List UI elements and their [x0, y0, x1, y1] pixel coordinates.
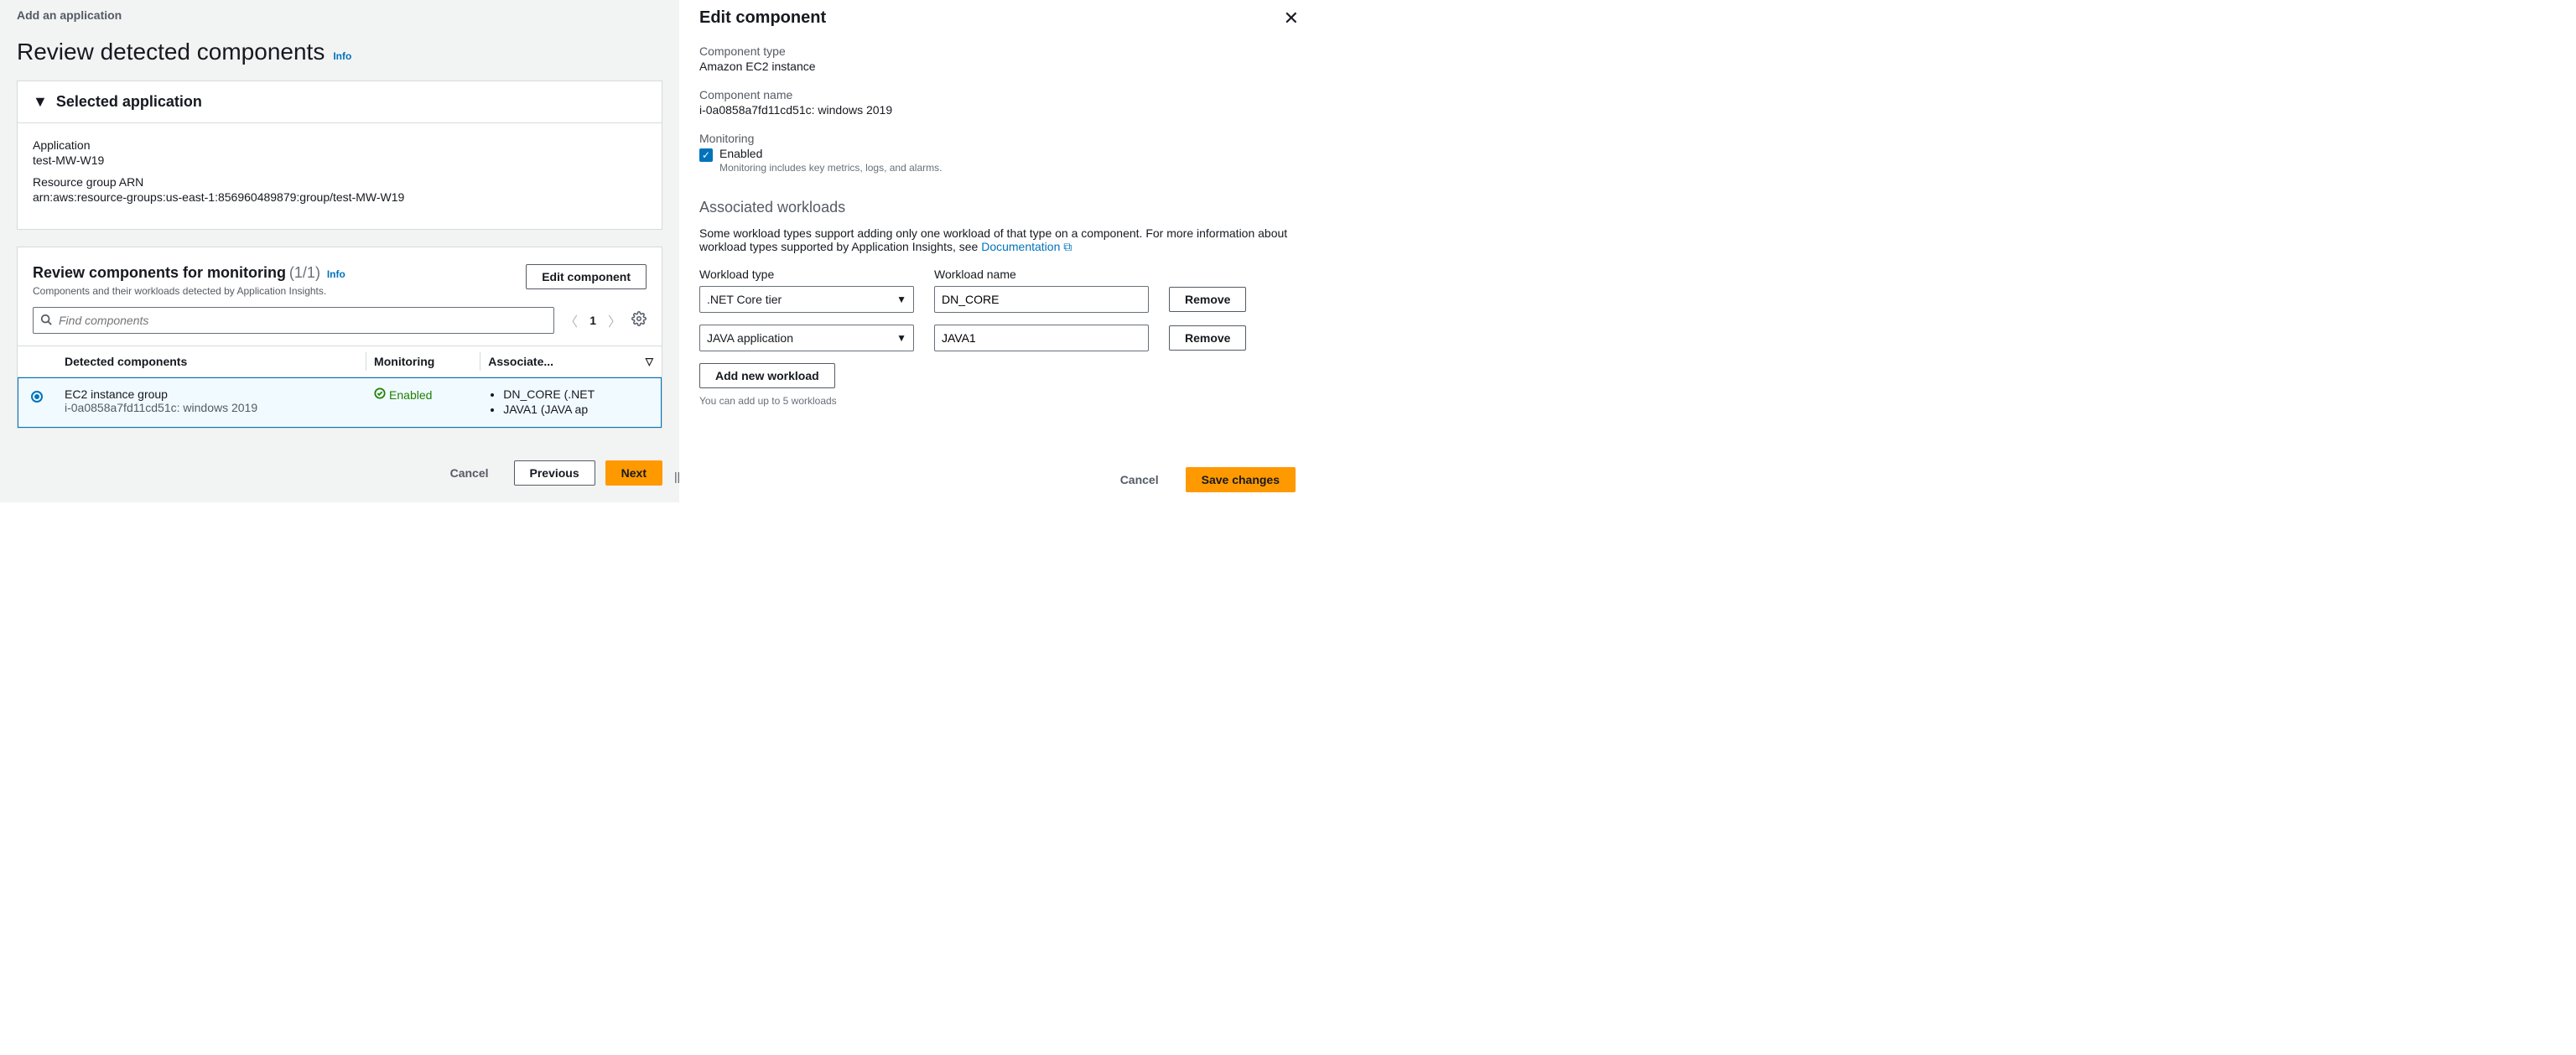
component-type-label: Component type	[699, 44, 1312, 58]
arn-label: Resource group ARN	[33, 175, 647, 189]
workload-name-header: Workload name	[934, 268, 1149, 281]
associated-column-header[interactable]: Associate... ▽	[480, 346, 662, 377]
status-check-icon	[374, 387, 386, 402]
components-table: Detected components Monitoring Associate…	[18, 346, 662, 428]
workload-type-select[interactable]: JAVA application ▼	[699, 325, 914, 351]
search-input[interactable]	[57, 313, 547, 328]
monitoring-enabled-label: Enabled	[719, 147, 942, 160]
previous-button[interactable]: Previous	[514, 460, 595, 486]
app-root: Add an application Review detected compo…	[0, 0, 1312, 502]
prev-page-icon[interactable]: 〈	[564, 310, 578, 330]
sort-icon[interactable]: ▽	[646, 356, 653, 367]
review-count: (1/1)	[289, 264, 320, 281]
page-title: Review detected components	[17, 39, 325, 65]
search-box[interactable]	[33, 307, 554, 334]
monitoring-cell: Enabled	[366, 377, 480, 429]
detected-cell: EC2 instance group i-0a0858a7fd11cd51c: …	[56, 377, 366, 429]
external-link-icon: ⧉	[1063, 240, 1072, 253]
table-row[interactable]: EC2 instance group i-0a0858a7fd11cd51c: …	[18, 377, 662, 429]
review-info-link[interactable]: Info	[327, 268, 345, 280]
side-panel: | | ✕ Edit component Component type Amaz…	[679, 0, 1312, 502]
review-components-card: Review components for monitoring (1/1) I…	[17, 247, 662, 429]
monitoring-column-header[interactable]: Monitoring	[366, 346, 480, 377]
main-content: Add an application Review detected compo…	[0, 0, 679, 502]
component-name-block: Component name i-0a0858a7fd11cd51c: wind…	[699, 88, 1312, 117]
workload-type-header: Workload type	[699, 268, 914, 281]
workload-name-input[interactable]	[934, 286, 1149, 313]
review-header-text: Review components for monitoring (1/1) I…	[33, 264, 345, 297]
save-changes-button[interactable]: Save changes	[1186, 467, 1296, 492]
workload-type-value: .NET Core tier	[707, 293, 782, 306]
monitoring-hint: Monitoring includes key metrics, logs, a…	[719, 162, 942, 174]
application-value: test-MW-W19	[33, 153, 647, 167]
component-name: EC2 instance group	[65, 387, 357, 401]
next-page-icon[interactable]: 〉	[608, 310, 621, 330]
side-footer: Cancel Save changes	[1105, 467, 1296, 492]
workload-type-value: JAVA application	[707, 331, 793, 345]
selected-application-card: ▼ Selected application Application test-…	[17, 81, 662, 230]
search-icon	[40, 314, 52, 328]
settings-icon[interactable]	[631, 311, 647, 330]
workload-type-select[interactable]: .NET Core tier ▼	[699, 286, 914, 313]
close-icon[interactable]: ✕	[1279, 7, 1304, 30]
documentation-link-text: Documentation	[981, 240, 1060, 253]
workload-row: JAVA application ▼ Remove	[699, 325, 1312, 351]
radio-selected-icon[interactable]	[31, 391, 43, 403]
next-button[interactable]: Next	[605, 460, 662, 486]
associated-workloads-heading: Associated workloads	[699, 199, 1312, 216]
component-detail: i-0a0858a7fd11cd51c: windows 2019	[65, 401, 357, 414]
page-title-row: Review detected components Info	[0, 27, 679, 81]
status-badge: Enabled	[374, 387, 432, 402]
workloads-grid: Workload type Workload name .NET Core ti…	[699, 268, 1312, 407]
page-number: 1	[589, 314, 596, 327]
status-text: Enabled	[389, 388, 432, 402]
cancel-button[interactable]: Cancel	[435, 460, 504, 486]
row-select-cell[interactable]	[18, 377, 56, 429]
detected-column-header[interactable]: Detected components	[56, 346, 366, 377]
selected-application-header[interactable]: ▼ Selected application	[18, 81, 662, 123]
side-panel-title: Edit component	[699, 8, 1312, 44]
resize-handle-icon[interactable]: | |	[674, 470, 678, 483]
associated-column-label: Associate...	[488, 355, 553, 368]
chevron-down-icon: ▼	[896, 294, 906, 305]
chevron-down-icon: ▼	[896, 332, 906, 344]
side-cancel-button[interactable]: Cancel	[1105, 468, 1174, 491]
review-title: Review components for monitoring	[33, 264, 286, 281]
associated-cell: DN_CORE (.NET JAVA1 (JAVA ap	[480, 377, 662, 429]
selected-application-body: Application test-MW-W19 Resource group A…	[18, 123, 662, 229]
component-type-value: Amazon EC2 instance	[699, 60, 1312, 73]
review-header-row: Review components for monitoring (1/1) I…	[18, 247, 662, 307]
list-item: JAVA1 (JAVA ap	[503, 403, 653, 416]
component-name-label: Component name	[699, 88, 1312, 101]
remove-workload-button[interactable]: Remove	[1169, 287, 1246, 312]
remove-workload-button[interactable]: Remove	[1169, 325, 1246, 351]
workload-row: .NET Core tier ▼ Remove	[699, 286, 1312, 313]
review-desc: Components and their workloads detected …	[33, 285, 345, 297]
workload-name-input[interactable]	[934, 325, 1149, 351]
documentation-link[interactable]: Documentation ⧉	[981, 240, 1072, 253]
add-workload-button[interactable]: Add new workload	[699, 363, 835, 388]
monitoring-label: Monitoring	[699, 132, 1312, 145]
pager: 〈 1 〉	[564, 310, 621, 330]
application-label: Application	[33, 138, 647, 152]
select-column-header	[18, 346, 56, 377]
caret-down-icon: ▼	[33, 93, 48, 111]
arn-value: arn:aws:resource-groups:us-east-1:856960…	[33, 190, 647, 204]
wizard-actions: Cancel Previous Next	[0, 445, 679, 486]
info-link[interactable]: Info	[333, 50, 351, 62]
review-toolbar: 〈 1 〉	[18, 307, 662, 346]
component-name-value: i-0a0858a7fd11cd51c: windows 2019	[699, 103, 1312, 117]
selected-application-heading: Selected application	[56, 93, 202, 111]
associated-workloads-desc: Some workload types support adding only …	[699, 226, 1312, 254]
component-type-block: Component type Amazon EC2 instance	[699, 44, 1312, 73]
edit-component-button[interactable]: Edit component	[526, 264, 647, 289]
monitoring-checkbox[interactable]: ✓	[699, 148, 713, 162]
breadcrumb: Add an application	[0, 0, 679, 27]
monitoring-block: Monitoring ✓ Enabled Monitoring includes…	[699, 132, 1312, 174]
add-workload-hint: You can add up to 5 workloads	[699, 395, 1312, 407]
list-item: DN_CORE (.NET	[503, 387, 653, 401]
